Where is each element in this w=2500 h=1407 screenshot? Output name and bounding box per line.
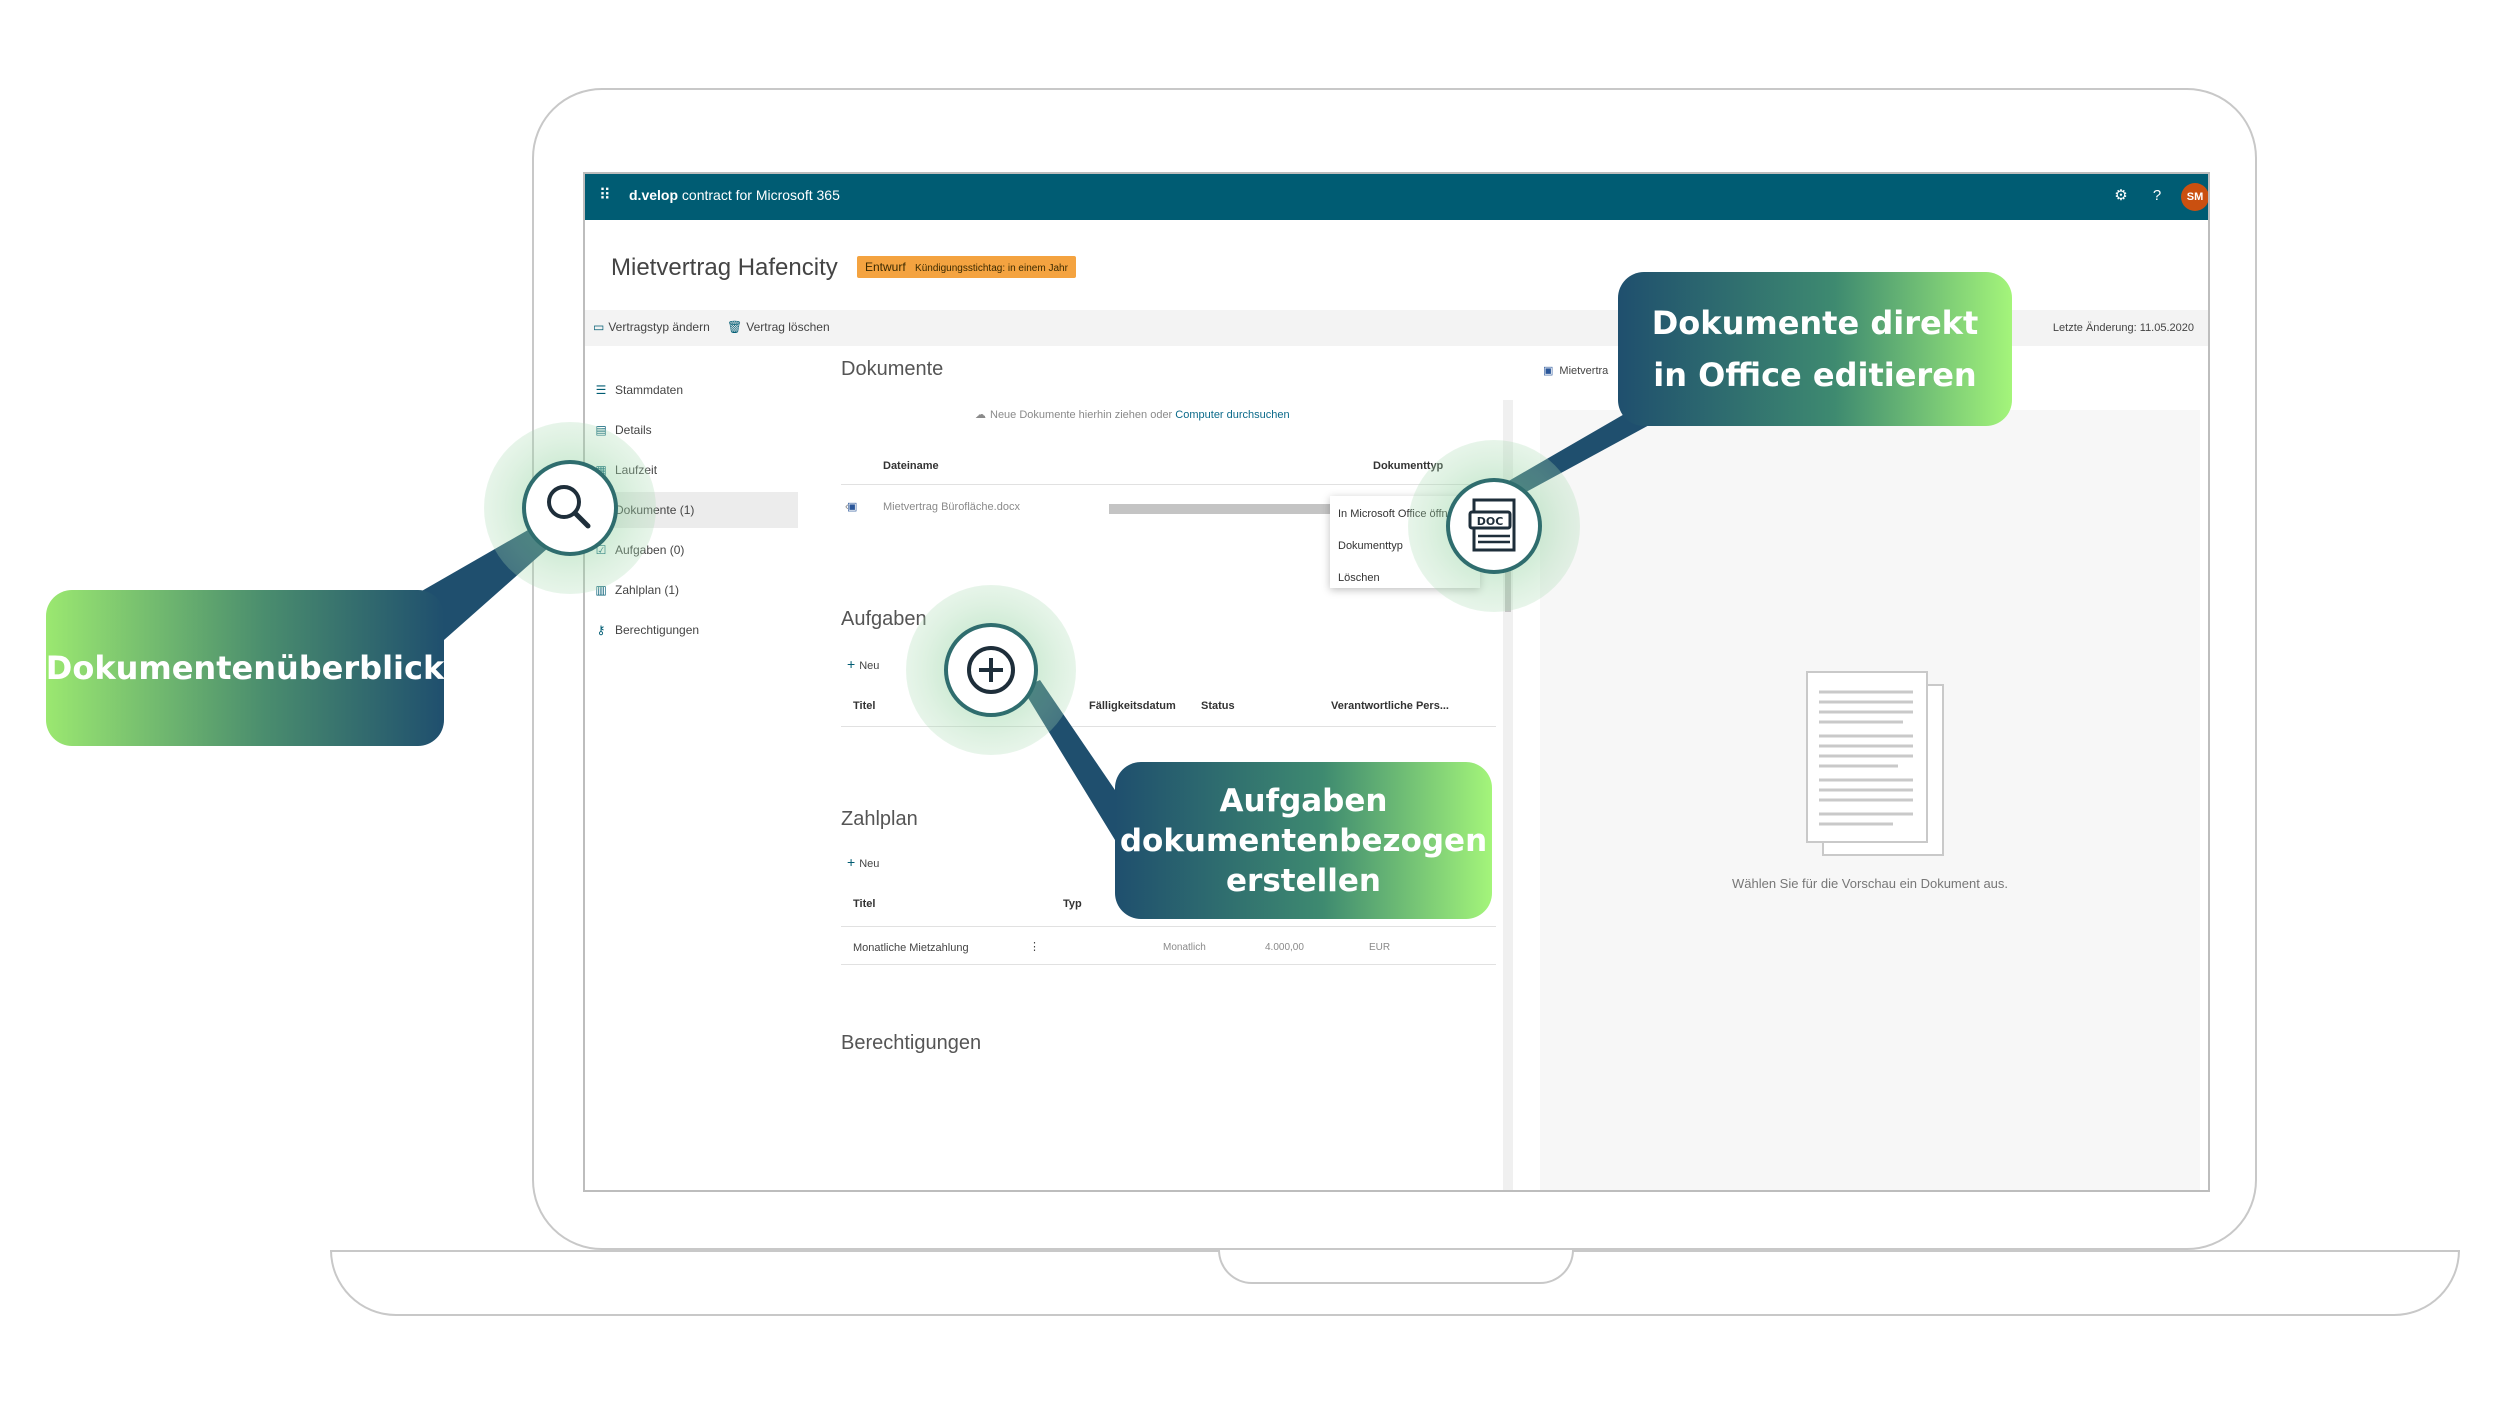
highlight-circle (944, 623, 1038, 717)
highlight-circle: DOC (1446, 478, 1542, 574)
callout-tasks: Aufgaben dokumentenbezogen erstellen (1115, 762, 1492, 919)
doc-icon-label: DOC (1477, 515, 1504, 528)
callout-overview: Dokumentenüberblick (46, 590, 444, 746)
callout-tasks-line2: dokumentenbezogen (1119, 822, 1488, 859)
callout-tasks-line1: Aufgaben (1219, 782, 1388, 819)
highlight-circle (522, 460, 618, 556)
callout-tasks-line3: erstellen (1226, 862, 1381, 899)
callout-office-line1: Dokumente direkt (1651, 304, 1979, 342)
search-icon (547, 485, 591, 529)
doc-file-icon: DOC (1468, 498, 1516, 552)
callout-office-edit: Dokumente direkt in Office editieren (1618, 272, 2012, 426)
add-circle-icon (967, 646, 1015, 694)
callout-overview-text: Dokumentenüberblick (45, 649, 445, 687)
callout-office-line2: in Office editieren (1653, 356, 1977, 394)
